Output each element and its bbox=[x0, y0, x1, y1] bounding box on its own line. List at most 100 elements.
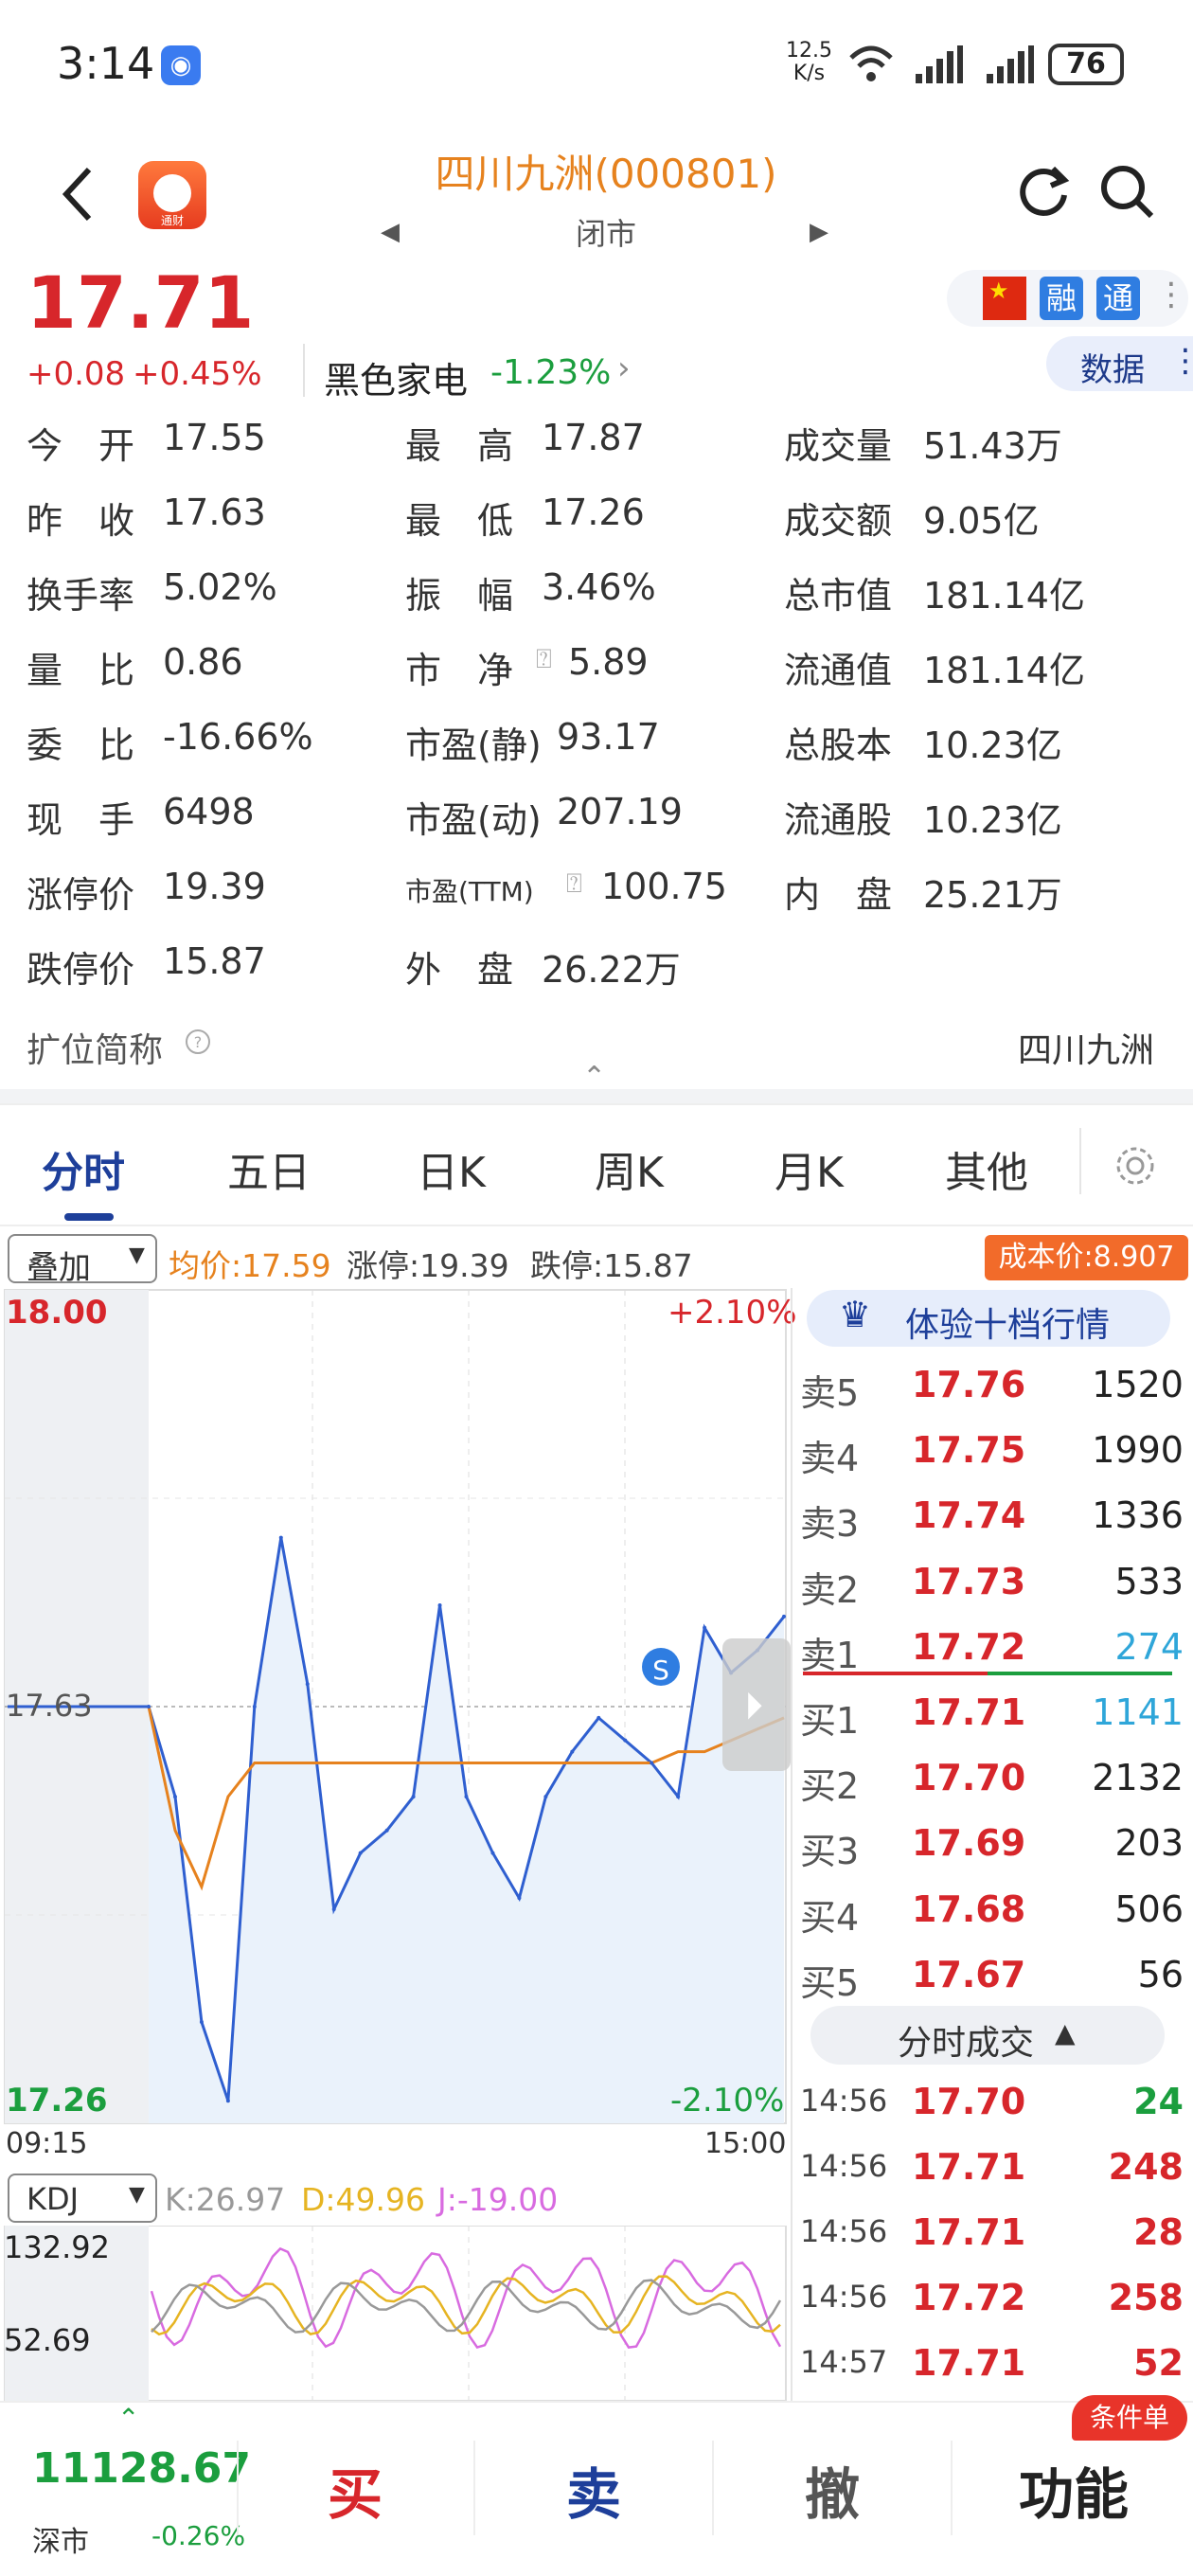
cost-price-badge[interactable]: 成本价:8.907 bbox=[985, 1235, 1188, 1280]
price-point bbox=[570, 1749, 575, 1754]
intraday-chart[interactable]: ⏵ S bbox=[0, 1288, 791, 2140]
price-point bbox=[703, 1625, 707, 1630]
tab-monthly-k[interactable]: 月K bbox=[775, 1138, 844, 1199]
depth-volume: 274 bbox=[1114, 1625, 1184, 1668]
bid-row[interactable]: 买5 17.67 56 bbox=[800, 1942, 1184, 2008]
trade-time: 14:56 bbox=[800, 2083, 888, 2119]
more-icon[interactable]: ⋮ bbox=[1155, 276, 1187, 313]
price-point bbox=[650, 1761, 654, 1765]
info-icon[interactable]: ⍰ bbox=[536, 643, 552, 675]
ask-row[interactable]: 卖4 17.75 1990 bbox=[800, 1418, 1184, 1483]
back-icon[interactable] bbox=[59, 166, 97, 223]
price-point bbox=[305, 1682, 310, 1687]
signal-icon-2 bbox=[987, 45, 1034, 83]
search-icon[interactable] bbox=[1098, 163, 1157, 222]
cancel-button[interactable]: 撤 bbox=[805, 2450, 860, 2530]
index-name: 深市 bbox=[32, 2526, 89, 2559]
bottom-trade-bar: ⌃ 11128.67 深市 -0.26% 买 卖 撤 功能 条件单 bbox=[0, 2395, 1193, 2576]
indicator-dropdown[interactable]: KDJ ▼ bbox=[8, 2174, 157, 2223]
connect-badge[interactable]: 通 bbox=[1096, 277, 1140, 320]
depth-label: 卖4 bbox=[800, 1438, 860, 1480]
sector-change[interactable]: -1.23% bbox=[490, 353, 611, 392]
stat-value: 17.26 bbox=[542, 492, 645, 533]
margin-badge[interactable]: 融 bbox=[1040, 277, 1083, 320]
kdj-k: K:26.97 bbox=[165, 2181, 286, 2218]
kdj-y-top: 132.92 bbox=[4, 2229, 110, 2265]
bid-row[interactable]: 买4 17.68 506 bbox=[800, 1877, 1184, 1942]
trades-toggle[interactable]: 分时成交 ▲ bbox=[810, 2006, 1165, 2065]
function-button[interactable]: 功能 bbox=[1019, 2450, 1129, 2530]
bid-row[interactable]: 买1 17.71 1141 bbox=[800, 1680, 1184, 1745]
tab-intraday[interactable]: 分时 bbox=[42, 1138, 125, 1199]
kdj-chart[interactable] bbox=[0, 2226, 791, 2401]
stat-value: 9.05亿 bbox=[923, 500, 1040, 542]
ask-row[interactable]: 卖5 17.76 1520 bbox=[800, 1352, 1184, 1418]
stat-label: 外 盘 bbox=[405, 949, 514, 991]
depth-price: 17.75 bbox=[912, 1429, 1026, 1472]
refresh-icon[interactable] bbox=[1015, 163, 1072, 220]
stat-label: 涨停价 bbox=[27, 874, 135, 916]
chevron-right-icon[interactable]: › bbox=[617, 349, 631, 387]
stat-label: 换手率 bbox=[27, 575, 135, 617]
conditional-order-badge[interactable]: 条件单 bbox=[1072, 2395, 1187, 2441]
stat-value: 0.86 bbox=[163, 641, 243, 683]
depth-label: 卖2 bbox=[800, 1568, 860, 1611]
info-icon[interactable]: ? bbox=[184, 1028, 212, 1056]
next-stock-icon[interactable]: ▶ bbox=[810, 218, 828, 246]
buy-button[interactable]: 买 bbox=[328, 2450, 383, 2530]
stat-value: 93.17 bbox=[557, 716, 660, 758]
data-button[interactable]: 数据 ⋮ bbox=[1046, 336, 1193, 391]
ask-row[interactable]: 卖2 17.73 533 bbox=[800, 1549, 1184, 1615]
tab-daily-k[interactable]: 日K bbox=[417, 1138, 486, 1199]
stat-value: 10.23亿 bbox=[923, 724, 1062, 766]
info-icon[interactable]: ⍰ bbox=[566, 868, 582, 900]
stat-value: 17.55 bbox=[163, 417, 266, 458]
stat-label: 现 手 bbox=[27, 799, 135, 841]
stat-label: 内 盘 bbox=[784, 874, 893, 916]
stat-label: 流通股 bbox=[784, 799, 893, 841]
bid-row[interactable]: 买3 17.69 203 bbox=[800, 1811, 1184, 1876]
status-time: 3:14 bbox=[57, 38, 155, 89]
svg-text:S: S bbox=[652, 1655, 669, 1686]
stat-value: 3.46% bbox=[542, 566, 656, 608]
ask-row[interactable]: 卖1 17.72 274 bbox=[800, 1615, 1184, 1680]
depth-volume: 203 bbox=[1114, 1822, 1184, 1865]
price-point bbox=[358, 1851, 363, 1855]
price-point bbox=[252, 1705, 257, 1708]
overlay-dropdown[interactable]: 叠加 ▼ bbox=[8, 1234, 157, 1287]
divider bbox=[473, 2441, 475, 2535]
app-logo[interactable]: 通财 bbox=[138, 161, 206, 229]
svg-text:⏵: ⏵ bbox=[744, 1685, 763, 1728]
time-end-label: 15:00 bbox=[704, 2127, 787, 2160]
tab-weekly-k[interactable]: 周K bbox=[595, 1138, 664, 1199]
stat-label: 总股本 bbox=[784, 724, 893, 766]
sector-name[interactable]: 黑色家电 bbox=[324, 351, 468, 403]
y-top-label: 18.00 bbox=[6, 1294, 108, 1332]
depth-volume: 1990 bbox=[1092, 1429, 1184, 1472]
trade-price: 17.70 bbox=[912, 2081, 1026, 2122]
index-value[interactable]: 11128.67 bbox=[32, 2444, 251, 2493]
chart-tabs: 分时 五日 日K 周K 月K 其他 bbox=[0, 1103, 1193, 1226]
market-state: 闭市 bbox=[575, 216, 636, 252]
stat-value: 25.21万 bbox=[923, 874, 1062, 916]
depth-volume: 1520 bbox=[1092, 1364, 1184, 1405]
battery-indicator: 76 bbox=[1048, 44, 1124, 85]
limit-up: 涨停:19.39 bbox=[347, 1247, 509, 1284]
bid-row[interactable]: 买2 17.70 2132 bbox=[800, 1745, 1184, 1811]
depth-price: 17.74 bbox=[912, 1494, 1026, 1537]
price-point bbox=[782, 1614, 786, 1619]
price-point bbox=[464, 1795, 469, 1799]
divider bbox=[791, 1288, 792, 2401]
caret-up-icon[interactable]: ⌃ bbox=[117, 2403, 139, 2434]
sell-button[interactable]: 卖 bbox=[566, 2450, 621, 2530]
stat-label: 最 高 bbox=[405, 425, 514, 467]
settings-gear-icon[interactable] bbox=[1113, 1143, 1158, 1189]
depth-upgrade-banner[interactable]: ♛ 体验十档行情 bbox=[807, 1290, 1170, 1347]
tab-five-day[interactable]: 五日 bbox=[227, 1138, 311, 1199]
stat-label: 成交额 bbox=[784, 500, 893, 542]
stat-value: 26.22万 bbox=[542, 949, 681, 991]
ask-row[interactable]: 卖3 17.74 1336 bbox=[800, 1483, 1184, 1548]
prev-stock-icon[interactable]: ◀ bbox=[381, 218, 400, 246]
trade-row: 14:56 17.71 248 bbox=[800, 2135, 1184, 2200]
tab-other[interactable]: 其他 bbox=[945, 1138, 1028, 1199]
